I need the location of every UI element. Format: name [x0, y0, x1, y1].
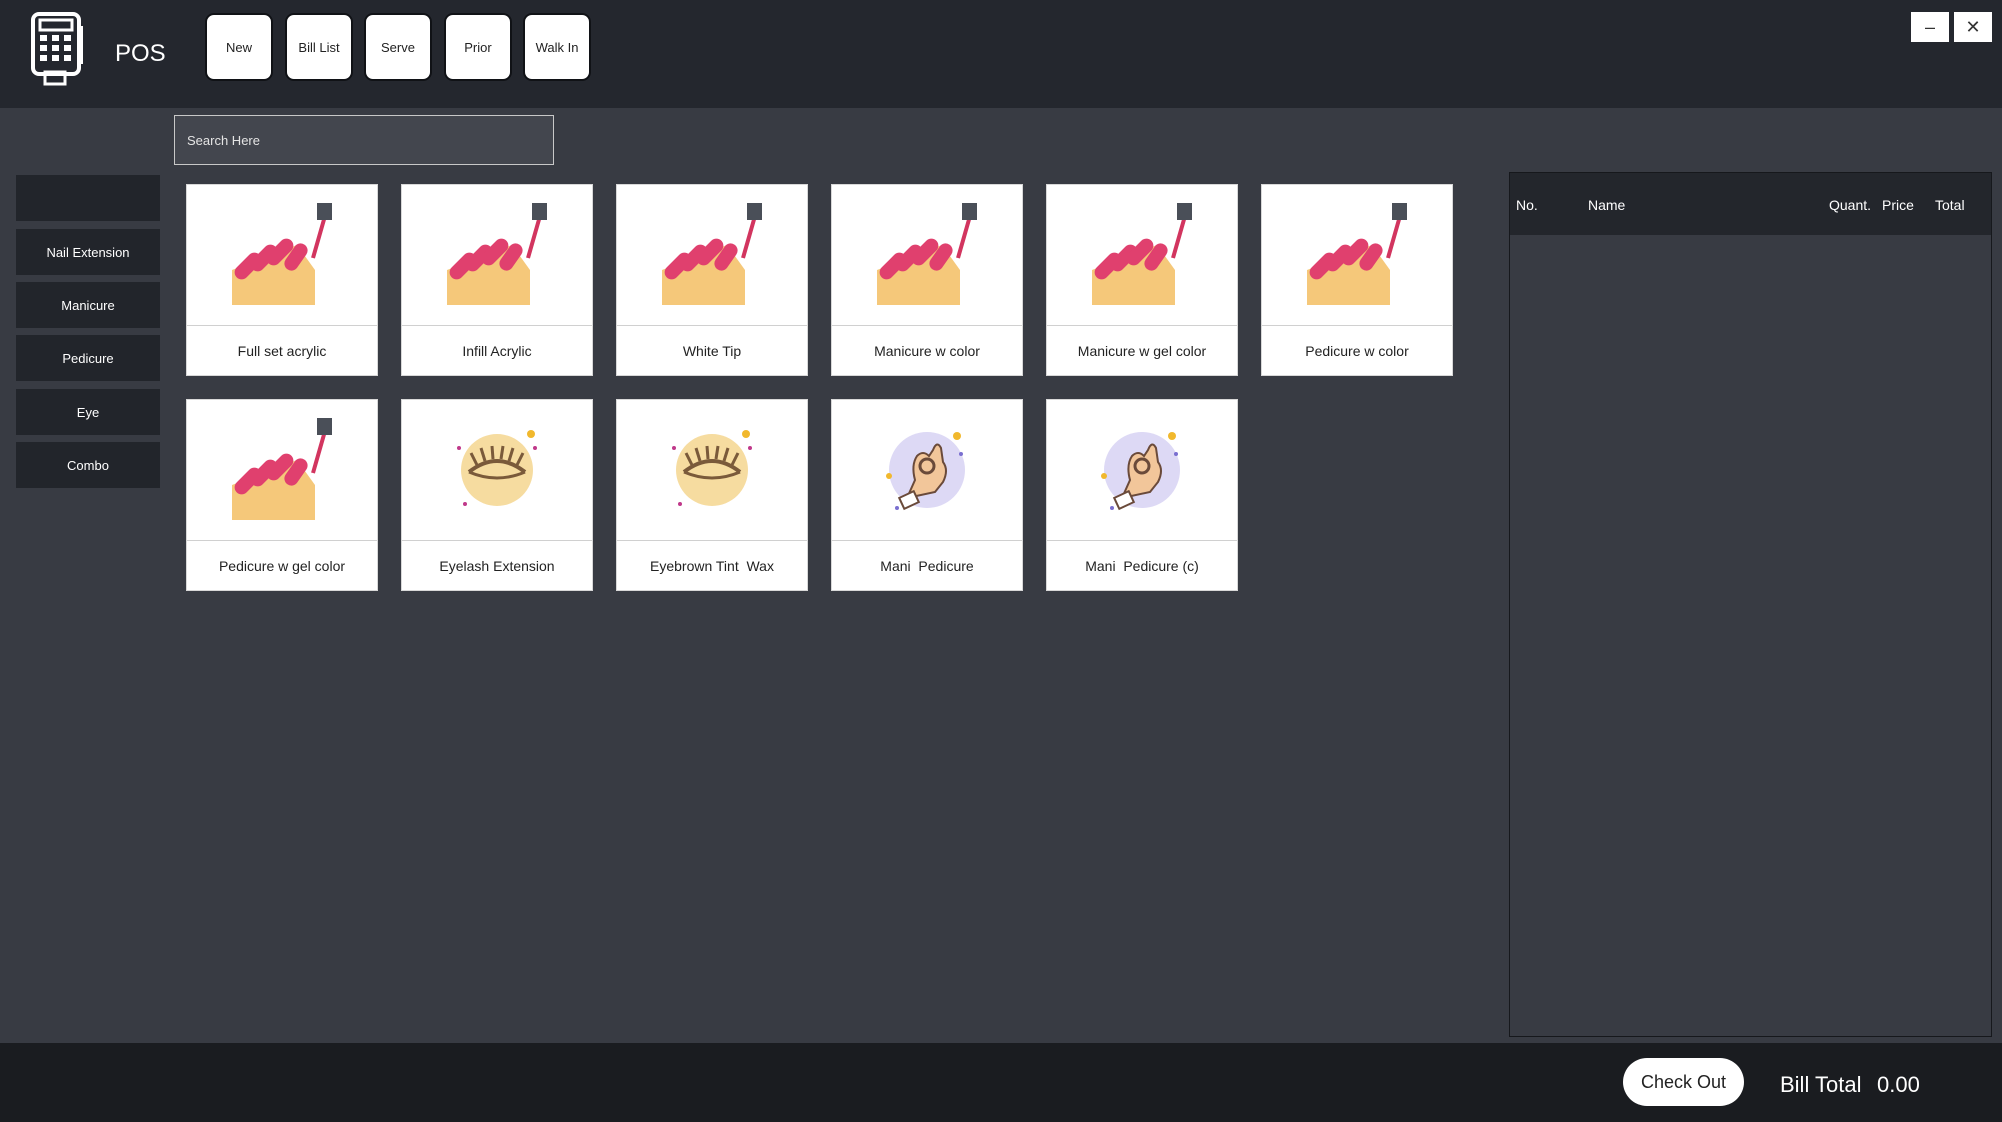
service-tile[interactable]: Manicure w color [831, 184, 1023, 376]
bill-table-header: No. Name Quant. Price Total [1510, 173, 1991, 235]
nail-polish-icon [832, 185, 1022, 325]
service-label: Pedicure w gel color [218, 557, 346, 574]
ok-hand-icon [832, 400, 1022, 540]
bill-total-label: Bill Total [1780, 1072, 1862, 1097]
nail-polish-icon [1262, 185, 1452, 325]
service-label: Manicure w gel color [1077, 342, 1207, 359]
column-header-price: Price [1882, 197, 1914, 213]
category-item-pedicure[interactable]: Pedicure [16, 335, 160, 381]
service-tile[interactable]: Mani Pedicure (c) [1046, 399, 1238, 591]
nail-polish-icon [1047, 185, 1237, 325]
bill-panel: No. Name Quant. Price Total [1509, 172, 1992, 1037]
eyelash-icon [617, 400, 807, 540]
service-tile[interactable]: Eyelash Extension [401, 399, 593, 591]
nail-polish-icon [617, 185, 807, 325]
check-out-button[interactable]: Check Out [1623, 1058, 1744, 1106]
nail-polish-icon [187, 400, 377, 540]
service-label: Mani Pedicure [880, 557, 974, 574]
search-input[interactable] [174, 115, 554, 165]
bill-list-button[interactable]: Bill List [285, 13, 353, 81]
new-button[interactable]: New [205, 13, 273, 81]
service-tile[interactable]: Eyebrown Tint Wax [616, 399, 808, 591]
prior-button[interactable]: Prior [444, 13, 512, 81]
walk-in-button[interactable]: Walk In [523, 13, 591, 81]
column-header-no: No. [1516, 197, 1538, 213]
category-item-combo[interactable]: Combo [16, 442, 160, 488]
ok-hand-icon [1047, 400, 1237, 540]
nail-polish-icon [402, 185, 592, 325]
service-label: Pedicure w color [1305, 342, 1409, 359]
service-label: Eyelash Extension [439, 557, 555, 574]
service-tile[interactable]: White Tip [616, 184, 808, 376]
category-item-blank[interactable] [16, 175, 160, 221]
column-header-name: Name [1588, 197, 1626, 213]
pos-terminal-icon [31, 12, 83, 86]
column-header-total: Total [1935, 197, 1965, 213]
service-tile[interactable]: Full set acrylic [186, 184, 378, 376]
column-header-quant: Quant. [1829, 197, 1872, 213]
service-tile[interactable]: Manicure w gel color [1046, 184, 1238, 376]
nail-polish-icon [187, 185, 377, 325]
minimize-button[interactable]: – [1911, 12, 1949, 42]
service-label: Eyebrown Tint Wax [650, 557, 774, 574]
bill-total-value: 0.00 [1877, 1072, 1920, 1097]
service-label: Mani Pedicure (c) [1085, 557, 1199, 574]
service-label: Full set acrylic [237, 342, 327, 359]
service-tile[interactable]: Pedicure w gel color [186, 399, 378, 591]
category-item-manicure[interactable]: Manicure [16, 282, 160, 328]
category-item-eye[interactable]: Eye [16, 389, 160, 435]
close-button[interactable]: ✕ [1954, 12, 1992, 42]
service-tile[interactable]: Infill Acrylic [401, 184, 593, 376]
app-title: POS [115, 40, 166, 67]
serve-button[interactable]: Serve [364, 13, 432, 81]
service-label: White Tip [682, 342, 742, 359]
service-label: Manicure w color [874, 342, 980, 359]
eyelash-icon [402, 400, 592, 540]
service-tile[interactable]: Mani Pedicure [831, 399, 1023, 591]
top-bar: POS New Bill List Serve Prior Walk In – … [0, 0, 2002, 108]
category-item-nail-extension[interactable]: Nail Extension [16, 229, 160, 275]
service-tile[interactable]: Pedicure w color [1261, 184, 1453, 376]
service-label: Infill Acrylic [462, 342, 532, 359]
